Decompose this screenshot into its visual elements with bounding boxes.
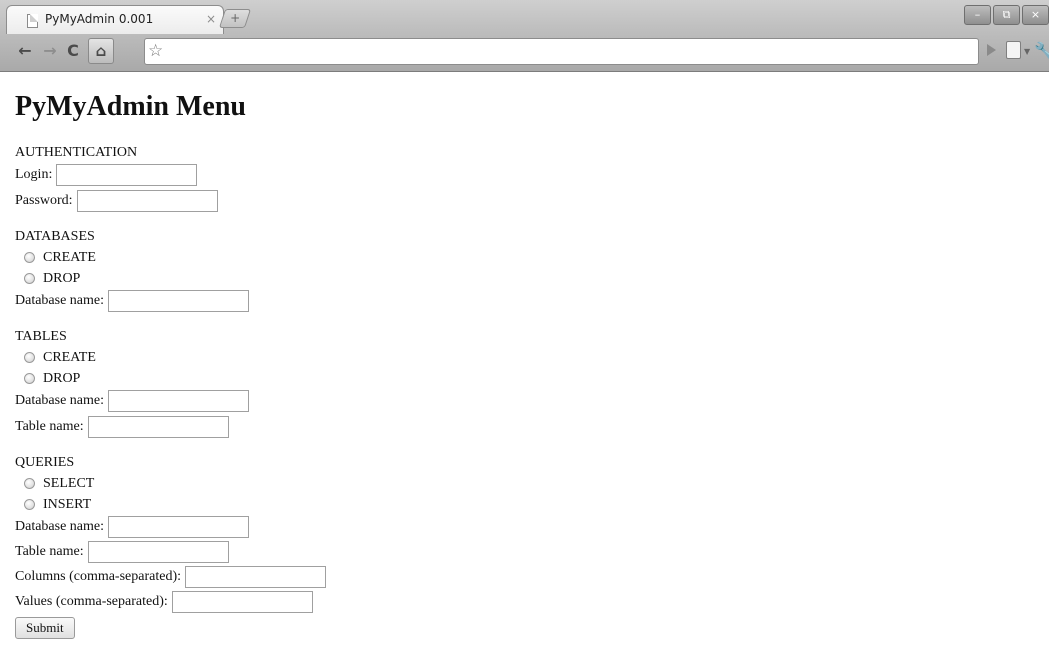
forward-arrow-icon[interactable]: → [39, 40, 61, 62]
login-input[interactable] [56, 163, 198, 186]
queries-insert-label: INSERT [43, 496, 92, 512]
window-controls: – ⧉ × [962, 5, 1049, 25]
databases-create-option[interactable]: CREATE [15, 247, 1035, 268]
minimize-button[interactable]: – [964, 5, 991, 25]
authentication-section: AUTHENTICATION Login: Password: [15, 142, 1035, 212]
databases-drop-radio[interactable] [24, 273, 35, 284]
password-row: Password: [15, 189, 1035, 212]
tables-create-label: CREATE [43, 349, 96, 365]
tab-title: PyMyAdmin 0.001 [45, 12, 154, 26]
tables-db-name-row: Database name: [15, 389, 1035, 412]
tables-db-name-label: Database name: [15, 392, 105, 408]
databases-create-radio[interactable] [24, 252, 35, 263]
tables-create-radio[interactable] [24, 352, 35, 363]
browser-tab[interactable]: PyMyAdmin 0.001 × [6, 5, 224, 34]
reload-icon[interactable]: C [62, 40, 84, 62]
databases-section: DATABASES CREATE DROP Database name: [15, 226, 1035, 312]
url-input[interactable] [173, 41, 973, 62]
queries-select-radio[interactable] [24, 478, 35, 489]
wrench-icon[interactable]: 🔧 [1034, 40, 1049, 62]
queries-db-name-label: Database name: [15, 518, 105, 534]
tables-create-option[interactable]: CREATE [15, 347, 1035, 368]
section-title-tables: TABLES [15, 329, 67, 344]
tables-db-name-input[interactable] [108, 389, 250, 412]
password-label: Password: [15, 192, 73, 208]
queries-values-row: Values (comma-separated): [15, 590, 1035, 613]
home-icon[interactable]: ⌂ [88, 38, 114, 64]
tables-drop-option[interactable]: DROP [15, 368, 1035, 389]
databases-db-name-label: Database name: [15, 292, 105, 308]
queries-insert-option[interactable]: INSERT [15, 494, 1035, 515]
queries-db-name-row: Database name: [15, 515, 1035, 538]
tab-strip: PyMyAdmin 0.001 × + – ⧉ × [0, 0, 1049, 34]
bookmark-star-icon[interactable]: ☆ [148, 40, 163, 62]
queries-section: QUERIES SELECT INSERT Database name: Tab… [15, 452, 1035, 613]
submit-button[interactable]: Submit [15, 617, 75, 639]
tables-table-name-row: Table name: [15, 415, 1035, 438]
maximize-button[interactable]: ⧉ [993, 5, 1020, 25]
section-title-authentication: AUTHENTICATION [15, 145, 138, 160]
page-title: PyMyAdmin Menu [15, 91, 246, 122]
close-window-button[interactable]: × [1022, 5, 1049, 25]
login-row: Login: [15, 163, 1035, 186]
tables-section: TABLES CREATE DROP Database name: Table … [15, 326, 1035, 438]
databases-db-name-input[interactable] [108, 289, 250, 312]
browser-chrome: PyMyAdmin 0.001 × + – ⧉ × ← → C ⌂ ☆ ▼ 🔧 [0, 0, 1049, 72]
page-content: PyMyAdmin Menu AUTHENTICATION Login: Pas… [15, 88, 1035, 639]
queries-insert-radio[interactable] [24, 499, 35, 510]
tab-close-icon[interactable]: × [206, 12, 216, 26]
login-label: Login: [15, 166, 53, 182]
tables-table-name-input[interactable] [87, 415, 229, 438]
queries-columns-row: Columns (comma-separated): [15, 565, 1035, 588]
section-title-databases: DATABASES [15, 229, 95, 244]
queries-table-name-input[interactable] [87, 540, 229, 563]
queries-table-name-label: Table name: [15, 543, 84, 559]
password-input[interactable] [76, 189, 218, 212]
queries-values-input[interactable] [171, 590, 313, 613]
tables-drop-label: DROP [43, 370, 81, 386]
go-arrow-icon[interactable] [987, 44, 996, 56]
page-icon [27, 14, 38, 28]
queries-columns-input[interactable] [185, 565, 327, 588]
queries-table-name-row: Table name: [15, 540, 1035, 563]
tables-table-name-label: Table name: [15, 418, 84, 434]
queries-select-option[interactable]: SELECT [15, 473, 1035, 494]
queries-select-label: SELECT [43, 475, 95, 491]
chevron-down-icon: ▼ [1024, 47, 1031, 56]
back-arrow-icon[interactable]: ← [14, 40, 36, 62]
page-menu-icon[interactable] [1006, 41, 1021, 59]
queries-values-label: Values (comma-separated): [15, 593, 168, 609]
queries-db-name-input[interactable] [108, 515, 250, 538]
browser-toolbar: ← → C ⌂ ☆ ▼ 🔧 [0, 34, 1049, 72]
plus-icon: + [230, 11, 241, 25]
address-bar[interactable] [144, 38, 979, 65]
queries-columns-label: Columns (comma-separated): [15, 568, 182, 584]
databases-drop-label: DROP [43, 270, 81, 286]
databases-create-label: CREATE [43, 249, 96, 265]
section-title-queries: QUERIES [15, 455, 75, 470]
new-tab-button[interactable]: + [218, 9, 252, 28]
databases-db-name-row: Database name: [15, 289, 1035, 312]
tables-drop-radio[interactable] [24, 373, 35, 384]
databases-drop-option[interactable]: DROP [15, 268, 1035, 289]
